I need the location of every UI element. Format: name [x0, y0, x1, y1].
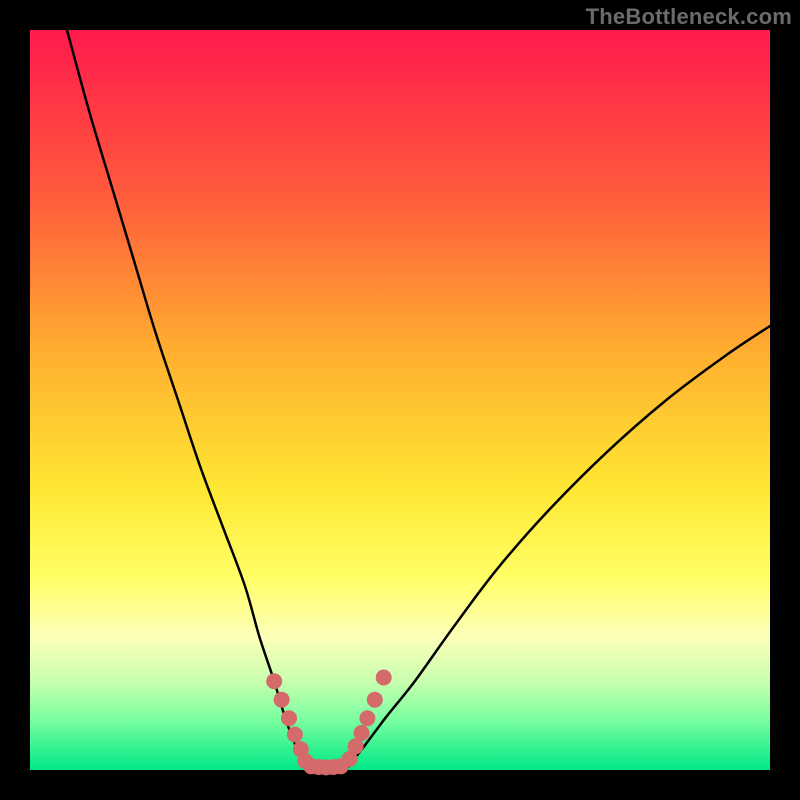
- marker-group: [266, 670, 392, 776]
- marker-dot: [287, 727, 303, 743]
- marker-dot: [281, 710, 297, 726]
- marker-dot: [367, 692, 383, 708]
- chart-stage: TheBottleneck.com: [0, 0, 800, 800]
- marker-dot: [359, 710, 375, 726]
- marker-dot: [274, 692, 290, 708]
- marker-dot: [376, 670, 392, 686]
- chart-overlay: [30, 30, 770, 770]
- bottleneck-curve: [67, 30, 770, 769]
- marker-dot: [266, 673, 282, 689]
- watermark-text: TheBottleneck.com: [586, 4, 792, 30]
- marker-dot: [354, 725, 370, 741]
